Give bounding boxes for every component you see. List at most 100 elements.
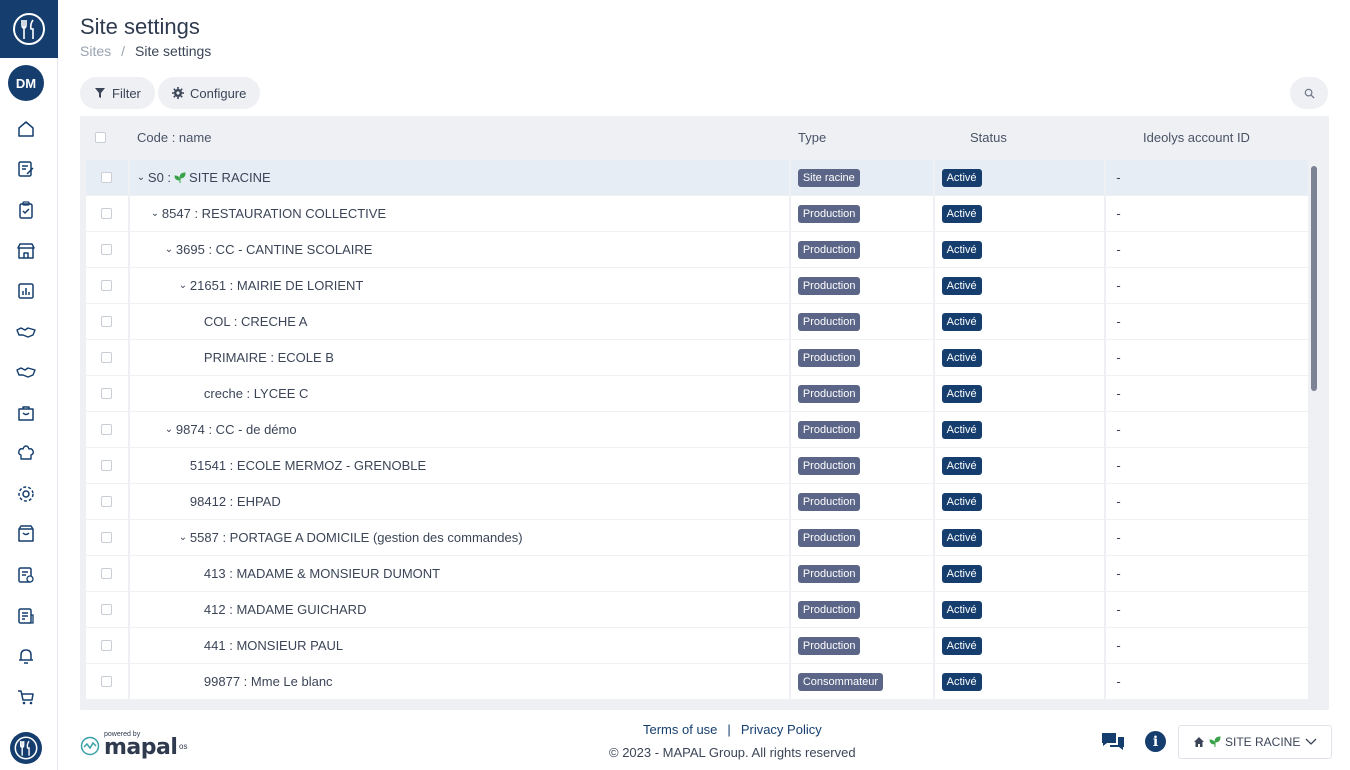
cart-icon[interactable]	[15, 686, 37, 708]
checklist-icon[interactable]	[15, 564, 37, 586]
table-row[interactable]: 99877 : Mme Le blanc Consommateur Activé…	[86, 664, 1308, 700]
edit-note-icon[interactable]	[15, 158, 37, 180]
row-checkbox[interactable]	[101, 532, 113, 543]
site-selector[interactable]: SITE RACINE	[1178, 725, 1332, 759]
row-checkbox[interactable]	[101, 352, 113, 363]
name-cell: ⌄ 21651 : MAIRIE DE LORIENT	[129, 268, 789, 303]
row-checkbox-cell	[86, 520, 128, 555]
row-checkbox-cell	[86, 412, 128, 447]
type-badge: Production	[797, 312, 861, 331]
chevron-down-icon[interactable]: ⌄	[176, 532, 190, 543]
row-name: 413 : MADAME & MONSIEUR DUMONT	[203, 566, 441, 581]
select-all-checkbox[interactable]	[95, 132, 106, 143]
store-icon[interactable]	[15, 240, 37, 262]
table-row[interactable]: ⌄ 21651 : MAIRIE DE LORIENT Production Ac…	[86, 268, 1308, 304]
chevron-down-icon	[1305, 738, 1317, 745]
row-checkbox[interactable]	[101, 388, 113, 399]
table-row[interactable]: ⌄ 3695 : CC - CANTINE SCOLAIRE Production…	[86, 232, 1308, 268]
row-checkbox[interactable]	[101, 496, 113, 507]
column-header-code-name[interactable]: Code : name	[137, 130, 211, 145]
privacy-policy-link[interactable]: Privacy Policy	[741, 722, 822, 737]
info-icon[interactable]: i	[1145, 731, 1166, 752]
type-badge: Site racine	[797, 168, 860, 187]
configure-button[interactable]: Configure	[158, 77, 261, 109]
status-badge: Activé	[941, 384, 982, 403]
sprout-icon	[1209, 736, 1221, 747]
status-cell: Activé	[934, 592, 1105, 627]
name-cell: ⌄ 9874 : CC - de démo	[129, 412, 789, 447]
account-id-cell: -	[1106, 196, 1308, 231]
breadcrumb-sites-link[interactable]: Sites	[80, 43, 111, 59]
column-header-status[interactable]: Status	[970, 130, 1007, 145]
account-id-cell: -	[1106, 304, 1308, 339]
table-row[interactable]: ⌄ 9874 : CC - de démo Production Activé -	[86, 412, 1308, 448]
account-id: -	[1116, 278, 1121, 293]
bag-icon[interactable]	[15, 402, 37, 424]
column-header-type[interactable]: Type	[798, 130, 826, 145]
account-id: -	[1116, 494, 1121, 509]
account-id: -	[1116, 530, 1121, 545]
table-row[interactable]: PRIMAIRE : ECOLE B Production Activé -	[86, 340, 1308, 376]
status-badge: Activé	[941, 564, 982, 583]
gear-icon[interactable]	[15, 483, 37, 505]
chevron-down-icon[interactable]: ⌄	[134, 172, 148, 183]
dashboard-icon[interactable]	[15, 280, 37, 302]
account-id: -	[1116, 242, 1121, 257]
filter-label: Filter	[112, 85, 141, 101]
archive-icon[interactable]	[15, 523, 37, 545]
table-row[interactable]: creche : LYCEE C Production Activé -	[86, 376, 1308, 412]
row-checkbox[interactable]	[101, 172, 113, 183]
bell-icon[interactable]	[15, 645, 37, 667]
row-name: PRIMAIRE : ECOLE B	[203, 350, 334, 365]
chevron-down-icon[interactable]: ⌄	[148, 208, 162, 219]
search-button[interactable]	[1290, 77, 1328, 109]
chef-hat-icon[interactable]	[15, 442, 37, 464]
user-avatar[interactable]: DM	[8, 65, 44, 101]
home-icon[interactable]	[15, 118, 37, 140]
row-checkbox[interactable]	[101, 208, 113, 219]
table-row[interactable]: 412 : MADAME GUICHARD Production Activé …	[86, 592, 1308, 628]
report-icon[interactable]	[15, 605, 37, 627]
chat-icon[interactable]	[1100, 731, 1126, 753]
terms-of-use-link[interactable]: Terms of use	[643, 722, 717, 737]
table-row[interactable]: ⌄ S0 : SITE RACINE Site racine Activé -	[86, 160, 1308, 196]
table-row[interactable]: 441 : MONSIEUR PAUL Production Activé -	[86, 628, 1308, 664]
status-badge: Activé	[941, 168, 982, 187]
row-checkbox[interactable]	[101, 568, 113, 579]
fork-knife-logo-icon	[13, 13, 45, 45]
type-badge: Production	[797, 420, 861, 439]
app-logo[interactable]	[0, 0, 58, 58]
table-row[interactable]: 51541 : ECOLE MERMOZ - GRENOBLE Producti…	[86, 448, 1308, 484]
breadcrumb: Sites / Site settings	[80, 43, 211, 59]
status-badge: Activé	[941, 276, 982, 295]
row-checkbox[interactable]	[101, 676, 113, 687]
bottom-logo[interactable]	[10, 732, 42, 764]
row-checkbox[interactable]	[101, 316, 113, 327]
filter-button[interactable]: Filter	[80, 77, 155, 109]
handshake-alt-icon[interactable]	[15, 361, 37, 383]
chevron-down-icon[interactable]: ⌄	[162, 244, 176, 255]
column-header-ideolys-account-id[interactable]: Ideolys account ID	[1143, 130, 1250, 145]
row-name: 9874 : CC - de démo	[175, 422, 297, 437]
row-checkbox[interactable]	[101, 244, 113, 255]
row-checkbox-cell	[86, 448, 128, 483]
row-checkbox[interactable]	[101, 460, 113, 471]
table-row[interactable]: 98412 : EHPAD Production Activé -	[86, 484, 1308, 520]
row-checkbox[interactable]	[101, 280, 113, 291]
chevron-down-icon[interactable]: ⌄	[176, 280, 190, 291]
type-badge: Production	[797, 456, 861, 475]
table-row[interactable]: COL : CRECHE A Production Activé -	[86, 304, 1308, 340]
row-checkbox[interactable]	[101, 604, 113, 615]
chevron-down-icon[interactable]: ⌄	[162, 424, 176, 435]
row-checkbox-cell	[86, 592, 128, 627]
row-checkbox[interactable]	[101, 424, 113, 435]
clipboard-icon[interactable]	[15, 199, 37, 221]
name-cell: 51541 : ECOLE MERMOZ - GRENOBLE	[129, 448, 789, 483]
table-scrollbar[interactable]	[1311, 166, 1317, 391]
table-row[interactable]: ⌄ 8547 : RESTAURATION COLLECTIVE Producti…	[86, 196, 1308, 232]
search-icon	[1304, 88, 1315, 99]
handshake-icon[interactable]	[15, 321, 37, 343]
row-checkbox[interactable]	[101, 640, 113, 651]
table-row[interactable]: ⌄ 5587 : PORTAGE A DOMICILE (gestion des …	[86, 520, 1308, 556]
table-row[interactable]: 413 : MADAME & MONSIEUR DUMONT Productio…	[86, 556, 1308, 592]
